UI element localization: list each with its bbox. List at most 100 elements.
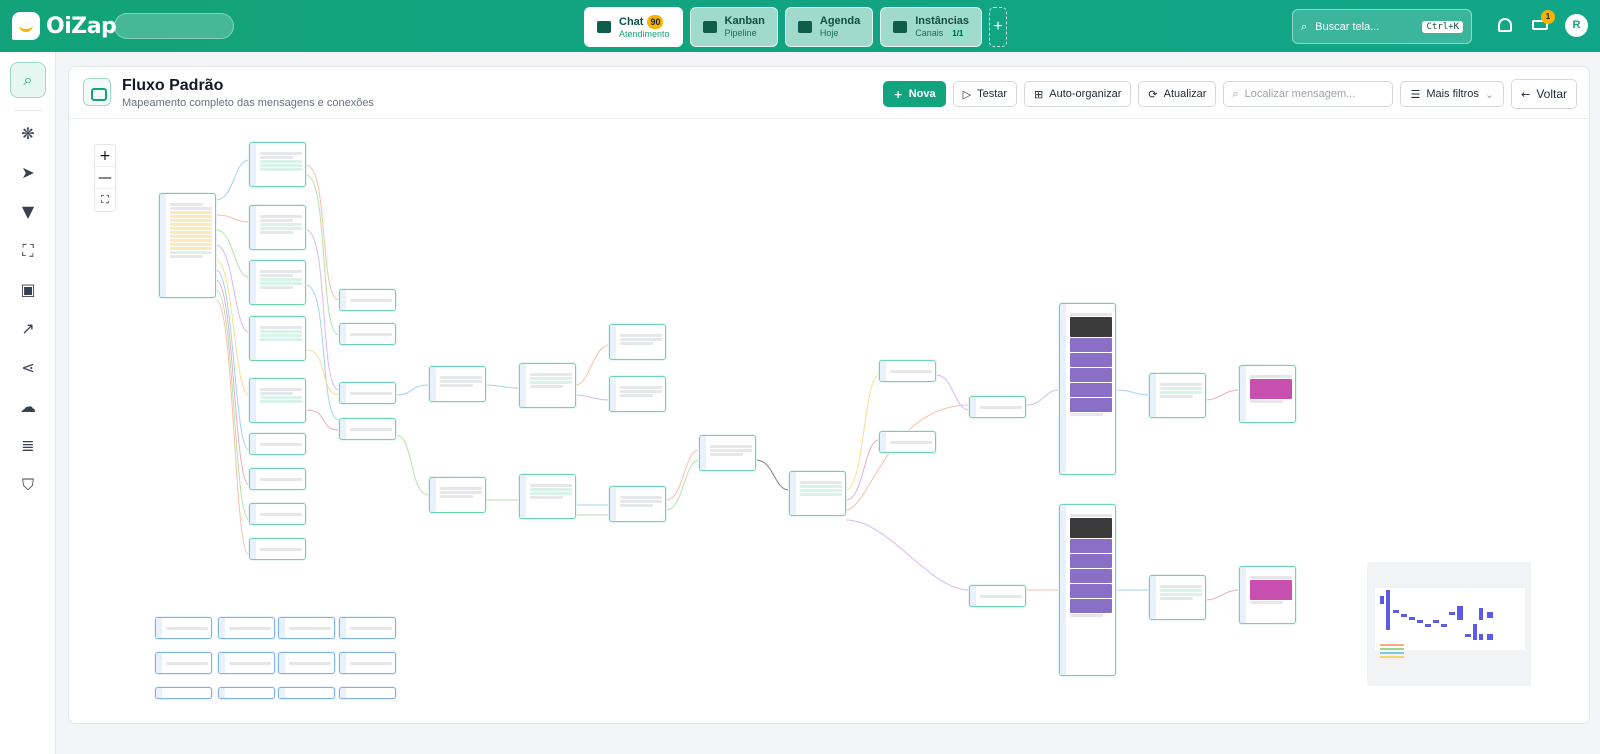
flow-node[interactable]: ​ [699,435,756,471]
sidebar-item-stack[interactable]: ≣ [10,428,46,464]
more-filters-button[interactable]: ☰ Mais filtros ⌄ [1400,81,1505,107]
avatar[interactable]: R [1565,14,1588,37]
sidebar-item-brain[interactable]: ❋ [10,116,46,152]
back-button[interactable]: ← Voltar [1511,79,1577,109]
refresh-button[interactable]: ⟳ Atualizar [1138,81,1217,107]
flow-node[interactable]: ​ [1239,566,1296,624]
flow-node[interactable]: ​ [339,418,396,440]
sidebar-item-cloud[interactable]: ☁ [10,389,46,425]
connection [845,519,970,591]
flow-node[interactable]: ​ [155,652,212,674]
search-shortcut: Ctrl+K [1422,20,1463,33]
flow-node[interactable]: ​ [249,142,306,187]
connection [305,349,340,396]
sidebar-item-send[interactable]: ➤ [10,155,46,191]
flow-node[interactable]: ​ [249,205,306,250]
toolbar: + Nova ▷ Testar ⊞ Auto-organizar ⟳ Atualizar… [883,79,1577,109]
send-icon: ➤ [21,163,35,182]
sidebar-item-security[interactable]: ⛉ [10,467,46,503]
flow-node[interactable]: ​ [249,260,306,305]
flow-node[interactable]: ​ [249,433,306,455]
minimap-node [1473,624,1477,640]
flow-node[interactable]: ​ [339,323,396,345]
flow-node[interactable]: ​ [1149,373,1206,418]
flow-node[interactable] [218,687,275,699]
flow-node[interactable] [155,687,212,699]
sidebar-item-search[interactable]: ⌕ [10,62,46,98]
fit-view-button[interactable]: ⛶ [95,189,115,211]
sidebar-divider [14,110,42,111]
sidebar-item-analytics[interactable]: ↗ [10,311,46,347]
zoom-out-button[interactable]: — [95,167,115,189]
flow-node[interactable]: ​ [339,617,396,639]
add-tab-button[interactable]: + [989,7,1008,47]
global-search[interactable]: ⌕ Buscar tela... Ctrl+K [1292,9,1472,44]
flow-node[interactable]: ​ [879,360,936,382]
flow-node[interactable]: ​ [1149,575,1206,620]
flow-node[interactable]: ​ [218,652,275,674]
flow-node[interactable] [339,687,396,699]
flow-node[interactable]: ​ [1239,365,1296,423]
flow-node[interactable]: ​ [249,468,306,490]
tab-instancias[interactable]: Instâncias Canais 1/1 [880,7,983,47]
flow-node[interactable]: ​ [879,431,936,453]
flow-node[interactable]: ​ [339,289,396,311]
main-nav: Chat 90 Atendimento Kanban Pipeline Agend… [584,7,1008,47]
flow-canvas[interactable]: + — ⛶ ​ ​ ​ ​ ​ ​ ​ ​ ​ ​ ​ ​ ​ ​ ​ ​ [69,120,1589,723]
flow-node[interactable]: ​ [218,617,275,639]
instance-selector[interactable] [114,13,234,39]
flow-node[interactable]: ​ [155,617,212,639]
page-title: Fluxo Padrão [122,77,224,94]
test-button[interactable]: ▷ Testar [952,81,1018,107]
zoom-in-button[interactable]: + [95,145,115,167]
flow-node[interactable]: ​ [249,378,306,423]
connection [845,439,880,501]
flow-node[interactable]: ​ [1059,303,1116,475]
sidebar-item-share[interactable]: ⋖ [10,350,46,386]
flow-node[interactable]: ​ [429,477,486,513]
flow-node[interactable]: ​ [609,486,666,522]
scan-icon: ⛶ [22,241,34,260]
flow-node[interactable]: ​ [519,363,576,408]
new-button[interactable]: + Nova [883,81,946,107]
find-message-input[interactable] [1244,88,1375,100]
flow-node[interactable]: ​ [278,652,335,674]
flow-node[interactable]: ​ [609,376,666,412]
connection [395,434,430,496]
auto-organize-button[interactable]: ⊞ Auto-organizar [1024,81,1132,107]
search-icon: ⌕ [23,70,33,89]
flow-node[interactable]: ​ [969,396,1026,418]
bell-icon[interactable] [1498,18,1512,32]
minimap[interactable] [1367,562,1531,686]
flow-node[interactable]: ​ [519,474,576,519]
flow-node[interactable]: ​ [969,585,1026,607]
flow-node[interactable]: ​ [339,382,396,404]
connection [305,409,340,431]
flow-node[interactable]: ​ [429,366,486,402]
tab-chat-title: Chat [619,15,644,28]
sidebar-item-scan[interactable]: ⛶ [10,233,46,269]
flow-node[interactable] [278,687,335,699]
flow-node[interactable]: ​ [249,316,306,361]
flow-node[interactable]: ​ [159,193,216,298]
connection [665,449,700,501]
tab-kanban[interactable]: Kanban Pipeline [689,7,778,47]
connection [305,229,340,391]
logo[interactable]: OiZap [12,12,117,40]
minimap-node [1449,612,1455,615]
tab-chat[interactable]: Chat 90 Atendimento [584,7,683,47]
sidebar-item-funnel[interactable]: ▼ [10,194,46,230]
flow-node[interactable]: ​ [339,652,396,674]
flow-node[interactable]: ​ [278,617,335,639]
minimap-node [1457,606,1463,620]
tab-agenda[interactable]: Agenda Hoje [784,7,874,47]
flow-node[interactable]: ​ [249,538,306,560]
flow-node[interactable]: ​ [609,324,666,360]
flow-node[interactable]: ​ [789,471,846,516]
flow-node[interactable]: ​ [1059,504,1116,676]
flow-node[interactable]: ​ [249,503,306,525]
connection [215,299,250,556]
minimap-node [1433,620,1439,623]
sidebar-item-briefcase[interactable]: ▣ [10,272,46,308]
page-subtitle: Mapeamento completo das mensagens e cone… [122,97,374,109]
